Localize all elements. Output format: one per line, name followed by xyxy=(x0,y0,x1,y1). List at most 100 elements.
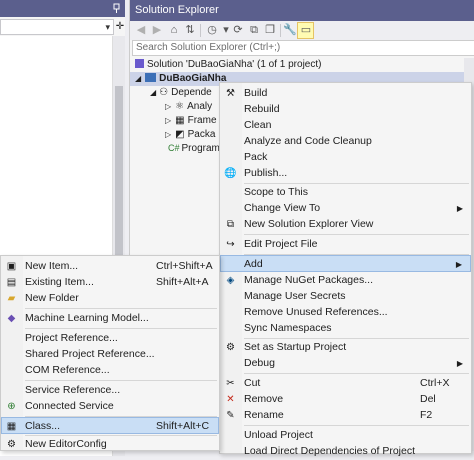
toolbar-divider xyxy=(200,24,201,37)
expand-arrow-icon[interactable]: ◢ xyxy=(135,74,141,83)
menu-item-existing-item[interactable]: ▤ Existing Item... Shift+Alt+A xyxy=(1,274,219,291)
switch-views-icon[interactable]: ⇅ xyxy=(183,23,197,37)
menu-item-label: Manage NuGet Packages... xyxy=(244,274,373,286)
menu-item-class[interactable]: ▦ Class... Shift+Alt+C xyxy=(1,417,219,434)
tree-item-packages[interactable]: ▷ ◩ Packa xyxy=(165,128,215,141)
tree-item-frameworks[interactable]: ▷ ▦ Frame xyxy=(165,114,217,127)
menu-item-label: Clean xyxy=(244,119,272,131)
menu-item-ml-model[interactable]: ◆ Machine Learning Model... xyxy=(1,310,219,327)
menu-item-service-ref[interactable]: Service Reference... xyxy=(1,382,219,399)
menu-item-label: New EditorConfig xyxy=(25,438,107,450)
collapse-arrow-icon[interactable]: ▷ xyxy=(165,102,171,111)
home-icon[interactable]: ⌂ xyxy=(167,23,181,37)
menu-item-rebuild[interactable]: Rebuild xyxy=(220,101,471,118)
menu-item-nuget[interactable]: ◈ Manage NuGet Packages... xyxy=(220,272,471,289)
connected-service-icon: ⊕ xyxy=(7,401,16,412)
menu-item-shortcut: Shift+Alt+A xyxy=(156,276,209,288)
menu-item-label: Service Reference... xyxy=(25,384,121,396)
menu-item-shortcut: Shift+Alt+C xyxy=(156,420,210,432)
menu-item-rename[interactable]: ✎ Rename F2 xyxy=(220,407,471,424)
preview-icon: ▭ xyxy=(300,24,312,36)
tree-item-label: Program. xyxy=(181,143,223,154)
menu-item-label: Project Reference... xyxy=(25,332,118,344)
close-icon: ✕ xyxy=(226,394,235,405)
tree-item-program[interactable]: C# Program. xyxy=(168,142,223,155)
menu-item-remove[interactable]: ✕ Remove Del xyxy=(220,391,471,408)
menu-item-label: New Solution Explorer View xyxy=(244,218,374,230)
collapse-all-icon[interactable]: ⧉ xyxy=(247,23,261,37)
submenu-arrow-icon: ▶ xyxy=(456,359,463,368)
chevron-down-icon: ▾ xyxy=(105,22,110,32)
menu-item-debug[interactable]: Debug ▶ xyxy=(220,355,471,372)
menu-item-new-item[interactable]: ▣ New Item... Ctrl+Shift+A xyxy=(1,258,219,275)
collapse-arrow-icon[interactable]: ▷ xyxy=(165,116,171,125)
tree-item-label: DuBaoGiaNha xyxy=(159,73,227,84)
show-all-files-icon[interactable]: ❐ xyxy=(263,23,277,37)
menu-item-unload[interactable]: Unload Project xyxy=(220,427,471,444)
member-dropdown[interactable]: ▾ xyxy=(0,19,114,35)
analyzers-icon: ⚛ xyxy=(175,101,185,112)
menu-item-clean[interactable]: Clean xyxy=(220,117,471,134)
menu-item-load-deps[interactable]: Load Direct Dependencies of Project xyxy=(220,443,471,460)
collapse-arrow-icon[interactable]: ▷ xyxy=(165,130,171,139)
toolbar-divider xyxy=(280,24,281,37)
menu-item-analyze[interactable]: Analyze and Code Cleanup xyxy=(220,133,471,150)
menu-item-change-view[interactable]: Change View To ▶ xyxy=(220,200,471,217)
menu-item-remove-refs[interactable]: Remove Unused References... xyxy=(220,304,471,321)
back-icon[interactable]: ◀ xyxy=(134,23,148,37)
submenu-arrow-icon: ▶ xyxy=(456,204,463,213)
menu-item-add[interactable]: Add ▶ xyxy=(220,255,471,272)
properties-icon[interactable]: 🔧 xyxy=(283,23,297,37)
menu-item-build[interactable]: ⚒ Build xyxy=(220,85,471,102)
dependencies-icon: ⚇ xyxy=(159,87,169,98)
menu-item-label: Analyze and Code Cleanup xyxy=(244,135,372,147)
menu-item-label: Class... xyxy=(25,420,61,432)
solution-explorer-toolbar: ◀ ▶ ⌂ ⇅ ◷ ▾ ⟳ ⧉ ❐ 🔧 ▭ xyxy=(130,21,474,40)
menu-item-label: Existing Item... xyxy=(25,276,94,288)
menu-item-label: Scope to This xyxy=(244,186,309,198)
tree-item-analyzers[interactable]: ▷ ⚛ Analy xyxy=(165,100,212,113)
menu-item-edit-project[interactable]: ↪ Edit Project File xyxy=(220,236,471,253)
solution-explorer-search[interactable]: Search Solution Explorer (Ctrl+;) xyxy=(132,40,474,56)
menu-item-project-ref[interactable]: Project Reference... xyxy=(1,330,219,347)
menu-item-cut[interactable]: ✂ Cut Ctrl+X xyxy=(220,375,471,392)
menu-item-sync-namespaces[interactable]: Sync Namespaces xyxy=(220,320,471,337)
menu-item-publish[interactable]: 🌐 Publish... xyxy=(220,165,471,182)
menu-item-scope[interactable]: Scope to This xyxy=(220,184,471,201)
menu-item-com-ref[interactable]: COM Reference... xyxy=(1,362,219,379)
forward-icon[interactable]: ▶ xyxy=(150,23,164,37)
menu-item-shortcut: Ctrl+Shift+A xyxy=(156,260,213,272)
menu-item-label: Load Direct Dependencies of Project xyxy=(244,445,416,457)
tree-item-label: Depende xyxy=(171,87,212,98)
menu-item-label: Edit Project File xyxy=(244,238,318,250)
menu-item-startup[interactable]: ⚙ Set as Startup Project xyxy=(220,339,471,356)
menu-item-connected-service[interactable]: ⊕ Connected Service xyxy=(1,398,219,415)
ml-model-icon: ◆ xyxy=(7,313,16,324)
tree-item-project[interactable]: ◢ DuBaoGiaNha xyxy=(135,72,226,85)
menu-separator xyxy=(25,380,217,381)
menu-separator xyxy=(244,234,469,235)
pin-icon[interactable] xyxy=(112,3,121,14)
menu-item-secrets[interactable]: Manage User Secrets xyxy=(220,288,471,305)
arrow-right-icon: ↪ xyxy=(226,239,235,250)
folder-icon: ▰ xyxy=(7,293,16,304)
menu-item-new-view[interactable]: ⧉ New Solution Explorer View xyxy=(220,216,471,233)
menu-item-new-folder[interactable]: ▰ New Folder xyxy=(1,290,219,307)
menu-item-label: Machine Learning Model... xyxy=(25,312,149,324)
menu-item-label: Build xyxy=(244,87,268,99)
menu-item-label: Pack xyxy=(244,151,268,163)
menu-item-pack[interactable]: Pack xyxy=(220,149,471,166)
menu-item-shared-ref[interactable]: Shared Project Reference... xyxy=(1,346,219,363)
globe-icon: 🌐 xyxy=(224,168,237,179)
expand-arrow-icon[interactable]: ◢ xyxy=(150,88,156,97)
tree-item-solution[interactable]: Solution 'DuBaoGiaNha' (1 of 1 project) xyxy=(135,58,321,71)
menu-item-shortcut: Del xyxy=(420,393,436,405)
menu-item-editorconfig[interactable]: ⚙ New EditorConfig xyxy=(1,436,219,453)
history-icon[interactable]: ◷ xyxy=(205,23,219,37)
sync-icon[interactable]: ⟳ xyxy=(231,23,245,37)
tree-item-dependencies[interactable]: ◢ ⚇ Depende xyxy=(150,86,212,99)
menu-item-shortcut: F2 xyxy=(420,409,433,421)
menu-item-shortcut: Ctrl+X xyxy=(420,377,450,389)
split-icon[interactable]: ✛ xyxy=(115,20,125,34)
menu-item-label: New Folder xyxy=(25,292,79,304)
